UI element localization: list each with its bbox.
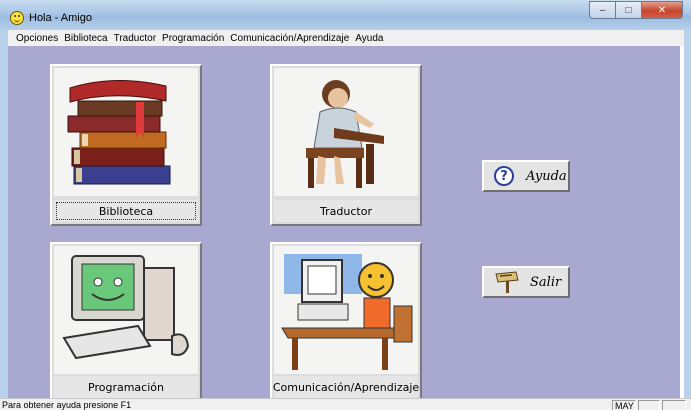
window-title: Hola - Amigo bbox=[29, 12, 92, 24]
ayuda-label: Ayuda bbox=[526, 168, 567, 184]
question-icon: ? bbox=[494, 166, 514, 186]
comunicacion-tile[interactable]: Comunicación/Aprendizaje bbox=[270, 242, 422, 398]
salir-label: Salir bbox=[530, 274, 562, 290]
exit-sign-icon bbox=[494, 271, 520, 293]
menu-opciones[interactable]: Opciones bbox=[16, 33, 58, 44]
menu-ayuda[interactable]: Ayuda bbox=[355, 33, 383, 44]
window-controls: – □ ✕ bbox=[589, 1, 683, 19]
scroll-indicator bbox=[662, 400, 686, 410]
close-button[interactable]: ✕ bbox=[641, 1, 683, 19]
menu-biblioteca[interactable]: Biblioteca bbox=[64, 33, 107, 44]
biblioteca-label: Biblioteca bbox=[54, 200, 198, 222]
student-at-computer-icon bbox=[274, 246, 418, 374]
traductor-label: Traductor bbox=[274, 200, 418, 222]
app-window: Hola - Amigo – □ ✕ Opciones Biblioteca T… bbox=[0, 0, 691, 410]
programacion-label: Programación bbox=[54, 376, 198, 398]
menu-traductor[interactable]: Traductor bbox=[114, 33, 156, 44]
status-hint: Para obtener ayuda presione F1 bbox=[2, 400, 132, 410]
programacion-tile[interactable]: Programación bbox=[50, 242, 202, 398]
maximize-button[interactable]: □ bbox=[615, 1, 641, 19]
title-bar[interactable]: Hola - Amigo – □ ✕ bbox=[0, 0, 691, 30]
ayuda-button[interactable]: ? Ayuda bbox=[482, 160, 570, 192]
traductor-tile[interactable]: Traductor bbox=[270, 64, 422, 226]
biblioteca-tile[interactable]: Biblioteca bbox=[50, 64, 202, 226]
minimize-button[interactable]: – bbox=[589, 1, 615, 19]
caps-indicator: MAY bbox=[612, 400, 636, 410]
main-panel: Biblioteca Traductor Programación Comuni… bbox=[8, 46, 684, 398]
menu-bar: Opciones Biblioteca Traductor Programaci… bbox=[8, 30, 684, 46]
menu-programacion[interactable]: Programación bbox=[162, 33, 224, 44]
smiling-computer-icon bbox=[54, 246, 198, 374]
menu-comunicacion[interactable]: Comunicación/Aprendizaje bbox=[230, 33, 349, 44]
app-smiley-icon[interactable] bbox=[10, 11, 24, 25]
num-indicator bbox=[638, 400, 660, 410]
child-writing-icon bbox=[274, 68, 418, 196]
status-bar: Para obtener ayuda presione F1 MAY bbox=[0, 398, 691, 410]
books-icon bbox=[54, 68, 198, 196]
comunicacion-label: Comunicación/Aprendizaje bbox=[273, 376, 419, 398]
salir-button[interactable]: Salir bbox=[482, 266, 570, 298]
